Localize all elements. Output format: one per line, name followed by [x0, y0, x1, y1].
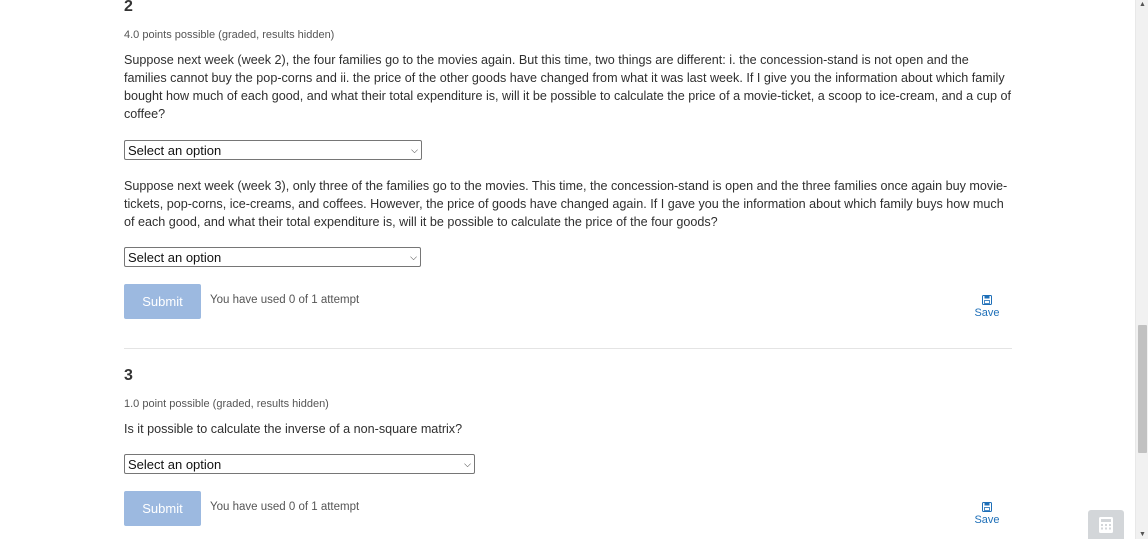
page: 2 4.0 points possible (graded, results h…: [0, 0, 1148, 539]
chevron-down-icon: ⌵: [411, 144, 418, 155]
problem-2-points: 4.0 points possible (graded, results hid…: [124, 29, 335, 41]
select-value: Select an option: [128, 456, 222, 472]
problem-2-save-button[interactable]: Save: [972, 295, 1002, 319]
floppy-disk-icon: [982, 295, 992, 305]
problem-2-attempts: You have used 0 of 1 attempt: [210, 294, 360, 306]
problem-2-question-2-select[interactable]: Select an option ⌵: [124, 247, 421, 267]
problem-3-save-button[interactable]: Save: [972, 502, 1002, 526]
save-label: Save: [974, 514, 1000, 526]
problem-3-number: 3: [124, 367, 133, 384]
floppy-disk-icon: [982, 502, 992, 512]
calculator-icon: [1099, 516, 1113, 533]
problem-2-question-1-select[interactable]: Select an option ⌵: [124, 140, 422, 160]
chevron-down-icon: ⌵: [410, 251, 417, 262]
select-value: Select an option: [128, 249, 222, 265]
save-label: Save: [974, 307, 1000, 319]
problem-3-submit-button[interactable]: Submit: [124, 491, 201, 526]
problem-3-points: 1.0 point possible (graded, results hidd…: [124, 398, 329, 410]
select-value: Select an option: [128, 142, 222, 158]
scrollbar-thumb[interactable]: [1138, 325, 1147, 453]
problem-3-question-1-select[interactable]: Select an option ⌵: [124, 454, 475, 474]
problem-2-submit-button[interactable]: Submit: [124, 284, 201, 319]
vertical-scrollbar[interactable]: ▲ ▼: [1135, 0, 1148, 539]
scroll-down-arrow-icon[interactable]: ▼: [1136, 531, 1148, 538]
problem-divider: [124, 348, 1012, 349]
problem-3-attempts: You have used 0 of 1 attempt: [210, 501, 360, 513]
scroll-up-arrow-icon[interactable]: ▲: [1136, 1, 1148, 8]
problem-2-question-1-text: Suppose next week (week 2), the four fam…: [124, 53, 1011, 121]
calculator-button[interactable]: [1088, 510, 1124, 539]
problem-2-question-2-text: Suppose next week (week 3), only three o…: [124, 179, 1008, 229]
problem-2-number: 2: [124, 0, 133, 15]
chevron-down-icon: ⌵: [464, 458, 471, 469]
problem-3-question-1-text: Is it possible to calculate the inverse …: [124, 422, 463, 436]
